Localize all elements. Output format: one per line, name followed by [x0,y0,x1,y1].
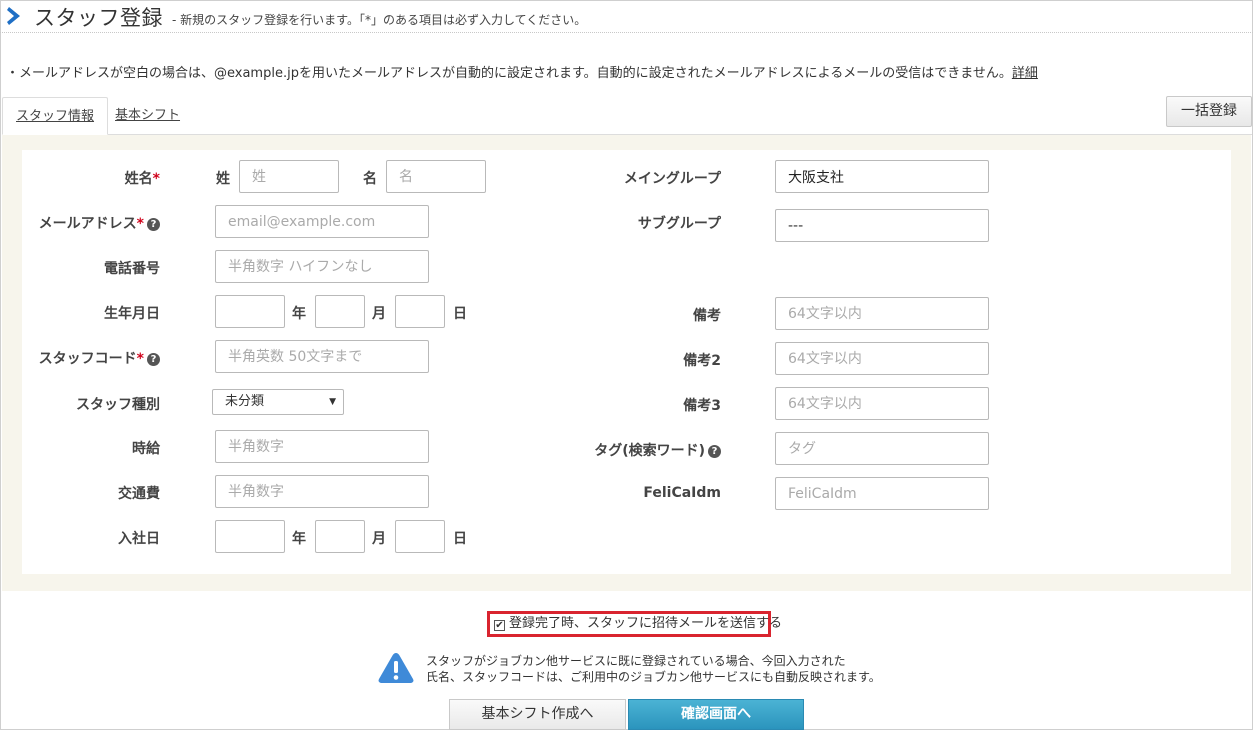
hourly-field[interactable] [215,430,429,463]
join-year-unit: 年 [292,531,306,547]
caret-down-icon: ▼ [329,397,336,407]
birthday-day-unit: 日 [453,306,467,322]
email-notice: ・メールアドレスが空白の場合は、@example.jpを用いたメールアドレスが自… [6,62,1038,81]
staff-type-select[interactable]: 未分類 ▼ [212,389,344,415]
help-icon[interactable]: ? [147,218,160,231]
sub-group-label: サブグループ [637,216,721,232]
first-name-label: 名 [363,171,377,187]
tag-label: タグ(検索ワード)? [594,440,721,460]
page-header: スタッフ登録 - 新規のスタッフ登録を行います。「*」のある項目は必ず入力してく… [0,0,1253,33]
name-label: 姓名* [124,171,160,187]
invite-mail-option[interactable]: ✔ 登録完了時、スタッフに招待メールを送信する [487,611,782,637]
note1-field[interactable] [775,297,989,330]
sub-group-field[interactable] [775,209,989,242]
help-icon[interactable]: ? [708,445,721,458]
join-month-unit: 月 [372,531,386,547]
tab-basic-shift[interactable]: 基本シフト [102,97,193,135]
transport-field[interactable] [215,475,429,508]
note1-label: 備考 [693,308,721,324]
birthday-label: 生年月日 [104,306,160,322]
birthday-month-unit: 月 [372,306,386,322]
warning-line-2: 氏名、スタッフコードは、ご利用中のジョブカン他サービスにも自動反映されます。 [426,670,881,684]
invite-mail-label: 登録完了時、スタッフに招待メールを送信する [509,616,783,631]
birthday-day-input[interactable] [395,295,445,328]
bulk-register-button[interactable]: 一括登録 [1166,96,1252,127]
email-label: メールアドレス*? [39,213,160,233]
staff-type-label: スタッフ種別 [76,397,160,413]
staff-type-value: 未分類 [225,394,265,409]
birthday-month-input[interactable] [315,295,365,328]
tag-field[interactable] [775,432,989,465]
form-area: 姓名* 姓 名 メールアドレス*? 電話番号 生年月日 年 月 日 スタッフコー… [22,150,1231,574]
phone-field[interactable] [215,250,429,283]
tab-staff-info[interactable]: スタッフ情報 [2,97,109,135]
join-month-input[interactable] [315,520,365,553]
chevron-right-icon [7,7,20,25]
warning-line-1: スタッフがジョブカン他サービスに既に登録されている場合、今回入力された [426,654,846,668]
birthday-year-unit: 年 [292,306,306,322]
form-panel: 姓名* 姓 名 メールアドレス*? 電話番号 生年月日 年 月 日 スタッフコー… [2,135,1251,591]
hourly-label: 時給 [132,441,160,457]
last-name-label: 姓 [216,171,230,187]
warning-message: スタッフがジョブカン他サービスに既に登録されている場合、今回入力された 氏名、ス… [426,653,881,685]
note2-label: 備考2 [683,353,721,369]
main-group-field[interactable] [775,160,989,193]
checkbox-checked-icon[interactable]: ✔ [494,620,505,631]
basic-shift-button[interactable]: 基本シフト作成へ [449,699,626,730]
felica-label: FeliCaIdm [643,485,721,501]
felica-field[interactable] [775,477,989,510]
email-notice-text: ・メールアドレスが空白の場合は、@example.jpを用いたメールアドレスが自… [6,66,1012,81]
join-day-unit: 日 [453,531,467,547]
email-field[interactable] [215,205,429,238]
join-date-label: 入社日 [118,531,160,547]
warning-icon [378,653,414,683]
join-day-input[interactable] [395,520,445,553]
note2-field[interactable] [775,342,989,375]
page-title: スタッフ登録 [34,6,163,30]
birthday-year-input[interactable] [215,295,285,328]
transport-label: 交通費 [118,486,160,502]
help-icon[interactable]: ? [147,353,160,366]
phone-label: 電話番号 [104,261,160,277]
main-group-label: メイングループ [623,171,721,187]
tab-bar: スタッフ情報 基本シフト [2,97,1252,135]
note3-field[interactable] [775,387,989,420]
staff-code-field[interactable] [215,340,429,373]
note3-label: 備考3 [683,398,721,414]
join-year-input[interactable] [215,520,285,553]
confirm-button[interactable]: 確認画面へ [628,699,804,730]
last-name-input[interactable] [239,160,339,193]
page-subtitle: - 新規のスタッフ登録を行います。「*」のある項目は必ず入力してください。 [172,13,587,27]
first-name-input[interactable] [386,160,486,193]
staff-code-label: スタッフコード*? [39,348,160,368]
detail-link[interactable]: 詳細 [1012,66,1038,81]
